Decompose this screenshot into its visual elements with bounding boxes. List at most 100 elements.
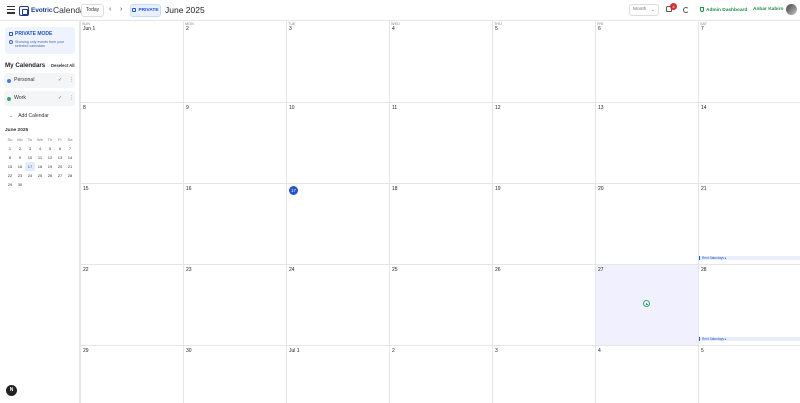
more-options-icon[interactable]: ⋮: [69, 91, 74, 106]
chevron-left-icon[interactable]: ‹: [109, 6, 111, 14]
view-select[interactable]: Month ⌄: [629, 4, 659, 16]
calendar-item-personal[interactable]: Personal ✓ ⋮: [4, 73, 75, 88]
day-cell[interactable]: 30: [183, 346, 286, 403]
day-cell[interactable]: 6: [595, 21, 698, 102]
mini-day[interactable]: 11: [35, 153, 45, 162]
day-cell[interactable]: 28: [698, 265, 800, 345]
calendar-label: Personal: [14, 77, 35, 83]
day-cell[interactable]: 21: [698, 184, 800, 264]
mini-day[interactable]: 16: [15, 162, 25, 171]
add-calendar-button[interactable]: ⌄ Add Calendar: [9, 113, 49, 119]
user-name[interactable]: Anbar Kabiro: [753, 7, 783, 12]
more-options-icon[interactable]: ⋮: [69, 73, 74, 88]
private-mode-desc-text: Showing only events from your selected c…: [15, 40, 65, 49]
mini-day[interactable]: 30: [15, 180, 25, 189]
mini-day[interactable]: 19: [45, 162, 55, 171]
mini-day[interactable]: 26: [45, 171, 55, 180]
info-icon: [9, 40, 13, 44]
mini-day[interactable]: 10: [25, 153, 35, 162]
day-cell[interactable]: Jun 1: [80, 21, 183, 102]
mini-day[interactable]: 2: [15, 144, 25, 153]
private-mode-desc: Showing only events from your selected c…: [9, 40, 71, 48]
day-cell[interactable]: 25: [389, 265, 492, 345]
day-number: 22: [83, 267, 89, 273]
admin-dashboard-link[interactable]: Admin Dashboard: [700, 7, 747, 13]
day-cell[interactable]: 18: [389, 184, 492, 264]
help-button[interactable]: N: [6, 385, 17, 396]
day-cell[interactable]: Jul 1: [286, 346, 389, 403]
calendar-item-work[interactable]: Work ✓ ⋮: [4, 91, 75, 106]
mini-day[interactable]: 14: [65, 153, 75, 162]
mini-day[interactable]: 7: [65, 144, 75, 153]
day-cell[interactable]: 11: [389, 103, 492, 183]
mini-day[interactable]: 22: [5, 171, 15, 180]
event-chip[interactable]: Rent Saturdays ▸: [699, 337, 800, 341]
day-cell[interactable]: 4: [595, 346, 698, 403]
check-icon[interactable]: ✓: [58, 73, 62, 88]
mini-day[interactable]: 1: [5, 144, 15, 153]
day-number: 10: [289, 105, 295, 111]
day-cell[interactable]: 14: [698, 103, 800, 183]
mini-day[interactable]: 25: [35, 171, 45, 180]
day-cell[interactable]: 24: [286, 265, 389, 345]
theme-toggle-icon[interactable]: [683, 7, 689, 13]
day-cell[interactable]: 12: [492, 103, 595, 183]
day-cell[interactable]: 15: [80, 184, 183, 264]
mini-day[interactable]: 18: [35, 162, 45, 171]
day-cell[interactable]: 26: [492, 265, 595, 345]
mini-day[interactable]: 12: [45, 153, 55, 162]
day-cell[interactable]: 10: [286, 103, 389, 183]
day-cell[interactable]: 9: [183, 103, 286, 183]
day-number: 15: [83, 186, 89, 192]
mini-weekday: We: [37, 137, 43, 142]
day-cell[interactable]: 19: [492, 184, 595, 264]
day-cell[interactable]: 2: [183, 21, 286, 102]
day-number: 18: [392, 186, 398, 192]
day-cell[interactable]: 5: [492, 21, 595, 102]
mini-day[interactable]: 27: [55, 171, 65, 180]
mini-day[interactable]: 28: [65, 171, 75, 180]
day-cell[interactable]: 5: [698, 346, 800, 403]
mini-day[interactable]: 21: [65, 162, 75, 171]
today-marker: 17: [289, 186, 298, 195]
mini-day[interactable]: 8: [5, 153, 15, 162]
private-toggle-button[interactable]: PRIVATE: [130, 4, 161, 17]
day-cell[interactable]: 3: [286, 21, 389, 102]
mini-weekday-row: Su Mo Tu We Th Fr Sa: [5, 135, 75, 144]
mini-day[interactable]: 6: [55, 144, 65, 153]
logo-text: Evotric: [31, 7, 53, 14]
app-logo[interactable]: Evotric: [19, 4, 52, 17]
mini-day[interactable]: 9: [15, 153, 25, 162]
day-cell[interactable]: 3: [492, 346, 595, 403]
day-cell[interactable]: 8: [80, 103, 183, 183]
mini-day[interactable]: 15: [5, 162, 15, 171]
mini-day[interactable]: 4: [35, 144, 45, 153]
day-cell[interactable]: 29: [80, 346, 183, 403]
avatar[interactable]: [786, 4, 797, 15]
today-button[interactable]: Today: [81, 4, 104, 17]
day-cell[interactable]: 20: [595, 184, 698, 264]
day-cell[interactable]: 2: [389, 346, 492, 403]
day-cell-today[interactable]: 17: [286, 184, 389, 264]
day-cell[interactable]: 13: [595, 103, 698, 183]
day-cell[interactable]: 4: [389, 21, 492, 102]
mini-day[interactable]: 5: [45, 144, 55, 153]
chevron-right-icon[interactable]: ›: [120, 6, 122, 14]
week-row: 22 23 24 25 26 27 28: [80, 264, 800, 345]
mini-day[interactable]: 3: [25, 144, 35, 153]
mini-day[interactable]: 24: [25, 171, 35, 180]
check-icon[interactable]: ✓: [58, 91, 62, 106]
day-cell[interactable]: 7: [698, 21, 800, 102]
mini-day[interactable]: 20: [55, 162, 65, 171]
event-chip[interactable]: Rent Saturdays ▸: [699, 256, 800, 260]
mini-day[interactable]: 13: [55, 153, 65, 162]
mini-day-today[interactable]: 17: [25, 162, 35, 171]
mini-day[interactable]: 29: [5, 180, 15, 189]
day-cell[interactable]: 16: [183, 184, 286, 264]
mini-day[interactable]: 23: [15, 171, 25, 180]
menu-icon[interactable]: [7, 6, 15, 14]
day-cell[interactable]: 22: [80, 265, 183, 345]
day-cell[interactable]: 23: [183, 265, 286, 345]
deselect-all-button[interactable]: Deselect All: [51, 63, 75, 68]
add-event-icon[interactable]: [643, 300, 650, 307]
